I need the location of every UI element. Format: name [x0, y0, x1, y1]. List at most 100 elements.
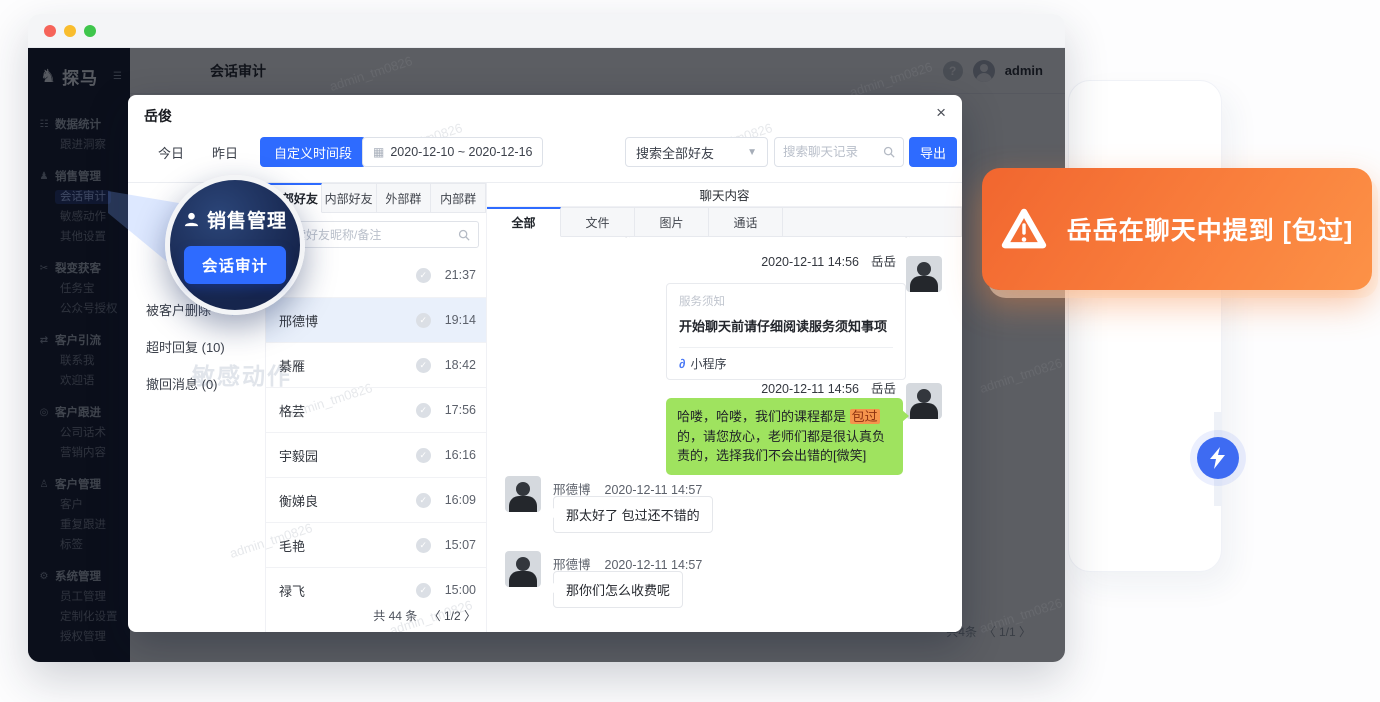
date-range-picker[interactable]: ▦ 2020-12-10 ~ 2020-12-16 — [362, 137, 543, 167]
warning-icon — [1001, 208, 1047, 250]
chat-tab-通话[interactable]: 通话 — [709, 207, 783, 237]
card-body: 开始聊天前请仔细阅读服务须知事项 — [679, 316, 893, 347]
chat-tabs: 全部文件图片通话 — [487, 207, 962, 237]
contact-name: 毛艳 — [279, 536, 416, 555]
contact-total: 共 44 条 — [373, 609, 417, 623]
person-icon — [183, 211, 200, 228]
avatar — [505, 551, 541, 587]
contact-row[interactable]: 衡娣良✓ 16:09 — [266, 478, 486, 523]
contact-time: 16:09 — [445, 493, 476, 507]
message-meta: 2020-12-11 14:56岳岳 — [761, 378, 896, 397]
browser-window: ♞ 探马 ☰ ☷数据统计跟进洞察♟销售管理会话审计敏感动作其他设置✂裂变获客任务… — [28, 14, 1065, 662]
contact-time: 15:07 — [445, 538, 476, 552]
avatar — [906, 256, 942, 292]
contact-time: 19:14 — [445, 313, 476, 327]
contact-search-input[interactable] — [282, 228, 452, 242]
card-message[interactable]: 服务须知 开始聊天前请仔细阅读服务须知事项 ∂ 小程序 — [666, 283, 906, 380]
miniprogram-icon: ∂ — [679, 356, 685, 371]
maximize-traffic-light[interactable] — [84, 25, 96, 37]
contact-time: 15:00 — [445, 583, 476, 597]
check-circle-icon: ✓ — [416, 358, 431, 373]
chevron-down-icon: ▼ — [747, 147, 757, 158]
modal-filter-row: 今日 昨日 自定义时间段 ▦ 2020-12-10 ~ 2020-12-16 搜… — [128, 137, 962, 169]
lightning-icon — [1208, 446, 1228, 470]
tab-内部群[interactable]: 内部群 — [431, 183, 486, 213]
badge-title: 销售管理 — [183, 206, 287, 233]
contact-row[interactable]: 格芸✓ 17:56 — [266, 388, 486, 433]
contact-name: 宇毅园 — [279, 446, 416, 465]
contact-name: 邢德博 — [279, 311, 416, 330]
minimize-traffic-light[interactable] — [64, 25, 76, 37]
tab-外部群[interactable]: 外部群 — [377, 183, 432, 213]
check-circle-icon: ✓ — [416, 448, 431, 463]
message-bubble[interactable]: 那太好了 包过还不错的 — [553, 496, 713, 533]
avatar — [505, 476, 541, 512]
friend-scope-value: 搜索全部好友 — [636, 143, 714, 162]
contact-name: 禄飞 — [279, 581, 416, 599]
keyword-highlight: 包过 — [850, 409, 880, 424]
tab-filler — [783, 207, 962, 237]
contact-name: 綦雁 — [279, 356, 416, 375]
card-footer: ∂ 小程序 — [679, 347, 893, 379]
contact-name: 格芸 — [279, 401, 416, 420]
contact-list: ✓21:37邢德博✓19:14綦雁✓18:42格芸✓17:56宇毅园✓16:16… — [266, 253, 486, 598]
canvas: 岳岳在聊天中提到 [包过] ♞ 探马 ☰ ☷数据统计跟进洞察♟销售管理会话审计敏… — [0, 0, 1380, 702]
contact-tabs: 外部好友内部好友外部群内部群 — [266, 183, 486, 213]
green-message-bubble[interactable]: 哈喽，哈喽，我们的课程都是 包过 的，请您放心，老师们都是很认真负责的，选择我们… — [666, 398, 903, 475]
chat-message-area: 2020-12-11 14:56岳岳 服务须知 开始聊天前请仔细阅读服务须知事项… — [487, 238, 962, 632]
contact-time: 21:37 — [445, 268, 476, 282]
filter-yesterday[interactable]: 昨日 — [212, 143, 238, 162]
card-title: 服务须知 — [679, 293, 893, 309]
modal-title: 岳俊 — [144, 106, 172, 126]
contact-row[interactable]: 宇毅园✓ 16:16 — [266, 433, 486, 478]
check-circle-icon: ✓ — [416, 493, 431, 508]
message-meta: 2020-12-11 14:56岳岳 — [761, 251, 896, 270]
check-circle-icon: ✓ — [416, 268, 431, 283]
keyword-alert-callout: 岳岳在聊天中提到 [包过] — [982, 168, 1372, 290]
lightning-badge — [1197, 437, 1239, 479]
feature-zoom-badge: 销售管理 会话审计 — [165, 175, 305, 315]
contact-time: 16:16 — [445, 448, 476, 462]
check-circle-icon: ✓ — [416, 583, 431, 598]
alert-text: 岳岳在聊天中提到 [包过] — [1067, 211, 1354, 247]
close-icon[interactable]: × — [936, 103, 946, 123]
miniprogram-label: 小程序 — [690, 355, 726, 372]
filter-recalled-messages[interactable]: 撤回消息 (0) — [146, 374, 218, 393]
search-icon — [458, 229, 470, 241]
contact-time: 17:56 — [445, 403, 476, 417]
filter-timeout-reply[interactable]: 超时回复 (10) — [146, 337, 225, 356]
avatar — [906, 383, 942, 419]
chat-search-field[interactable] — [774, 137, 904, 167]
check-circle-icon: ✓ — [416, 313, 431, 328]
window-content: ♞ 探马 ☰ ☷数据统计跟进洞察♟销售管理会话审计敏感动作其他设置✂裂变获客任务… — [28, 48, 1065, 662]
contact-time: 18:42 — [445, 358, 476, 372]
chat-tab-图片[interactable]: 图片 — [635, 207, 709, 237]
chat-column: 聊天内容 全部文件图片通话 2020-12-11 14:56岳岳 服务须知 开始… — [486, 183, 962, 632]
contact-row[interactable]: 毛艳✓ 15:07 — [266, 523, 486, 568]
contact-name: 衡娣良 — [279, 491, 416, 510]
close-traffic-light[interactable] — [44, 25, 56, 37]
contact-row[interactable]: 禄飞✓ 15:00 — [266, 568, 486, 598]
contact-row[interactable]: 綦雁✓ 18:42 — [266, 343, 486, 388]
date-range-value: 2020-12-10 ~ 2020-12-16 — [390, 145, 532, 159]
background-preview-card — [1068, 80, 1222, 572]
chat-header: 聊天内容 — [487, 183, 962, 207]
chat-tab-全部[interactable]: 全部 — [487, 207, 561, 237]
contact-pagination[interactable]: 共 44 条 〈 1/2 〉 — [266, 607, 476, 624]
badge-button[interactable]: 会话审计 — [184, 246, 286, 284]
tab-内部好友[interactable]: 内部好友 — [322, 183, 377, 213]
contact-pager[interactable]: 〈 1/2 〉 — [429, 609, 476, 623]
contact-row[interactable]: 邢德博✓ 19:14 — [266, 298, 486, 343]
conversation-audit-modal: admin_tm0826admin_tm0826admin_tm0826admi… — [128, 95, 962, 632]
message-bubble[interactable]: 那你们怎么收费呢 — [553, 571, 683, 608]
calendar-icon: ▦ — [373, 145, 384, 159]
check-circle-icon: ✓ — [416, 403, 431, 418]
chat-tab-文件[interactable]: 文件 — [561, 207, 635, 237]
check-circle-icon: ✓ — [416, 538, 431, 553]
search-icon — [883, 146, 895, 158]
chat-search-input[interactable] — [783, 145, 879, 159]
export-button[interactable]: 导出 — [909, 137, 957, 167]
filter-today[interactable]: 今日 — [158, 143, 184, 162]
friend-scope-select[interactable]: 搜索全部好友 ▼ — [625, 137, 768, 167]
filter-custom-range-button[interactable]: 自定义时间段 — [260, 137, 366, 167]
